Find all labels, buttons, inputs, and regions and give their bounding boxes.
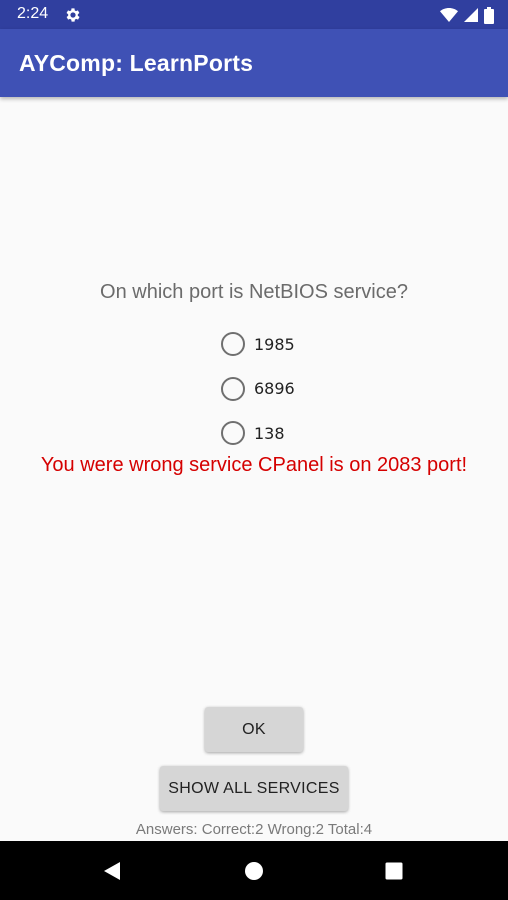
app-bar: AYComp: LearnPorts	[0, 29, 508, 97]
status-icons	[440, 5, 494, 25]
answer-stats: Answers: Correct:2 Wrong:2 Total:4	[135, 821, 373, 838]
option-label: 1985	[254, 334, 295, 354]
app-title: AYComp: LearnPorts	[19, 50, 254, 76]
battery-icon	[484, 6, 494, 24]
recents-icon[interactable]	[382, 859, 406, 883]
answer-option[interactable]: 6896	[221, 367, 295, 412]
settings-gear-icon	[66, 8, 80, 22]
radio-button-icon[interactable]	[221, 332, 245, 357]
radio-button-icon[interactable]	[221, 376, 245, 401]
status-bar: 2:24	[0, 0, 508, 29]
ok-button[interactable]: OK	[205, 707, 303, 752]
signal-icon	[464, 8, 478, 22]
feedback-message: You were wrong service CPanel is on 2083…	[40, 454, 468, 476]
home-icon[interactable]	[242, 859, 266, 883]
radio-button-icon[interactable]	[221, 421, 245, 446]
option-label: 138	[254, 423, 285, 443]
answer-option[interactable]: 138	[221, 411, 295, 456]
show-all-services-button[interactable]: SHOW ALL SERVICES	[160, 766, 348, 811]
wifi-icon	[440, 8, 458, 22]
status-time: 2:24	[17, 5, 49, 22]
question-text: On which port is NetBIOS service?	[100, 281, 408, 303]
navigation-bar	[0, 841, 508, 900]
answer-options: 1985 6896 138	[221, 322, 295, 456]
back-icon[interactable]	[100, 859, 124, 883]
answer-option[interactable]: 1985	[221, 322, 295, 367]
option-label: 6896	[254, 379, 295, 399]
